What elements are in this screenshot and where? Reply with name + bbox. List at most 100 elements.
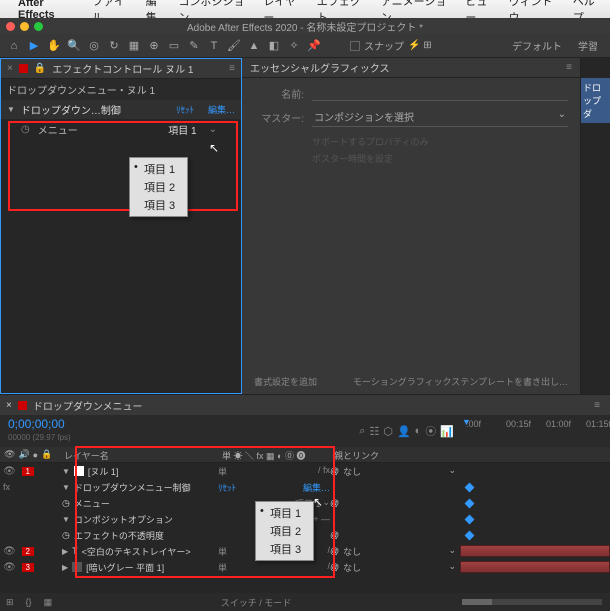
current-time[interactable]: 0;00;00;00	[0, 415, 330, 433]
chevron-down-icon[interactable]: ⌄	[205, 124, 221, 135]
property-value[interactable]: 項目 1	[168, 122, 196, 137]
pickwhip-icon[interactable]: @	[330, 546, 339, 556]
selection-tool-icon[interactable]: ▶	[26, 38, 42, 54]
stopwatch-icon[interactable]: ◷	[62, 498, 70, 509]
panel-tab[interactable]: エッセンシャルグラフィックス ≡	[242, 58, 580, 78]
window-close-icon[interactable]	[6, 22, 15, 31]
dropdown-item[interactable]: 項目 3	[130, 196, 187, 214]
frame-icon[interactable]: ▦	[38, 597, 59, 608]
stopwatch-icon[interactable]: ◷	[62, 530, 70, 541]
eye-icon[interactable]: 👁	[3, 466, 16, 477]
slider-thumb[interactable]	[462, 599, 492, 605]
side-tab[interactable]: ドロップダ	[581, 78, 610, 123]
puppet-tool-icon[interactable]: 📌	[306, 38, 322, 54]
frame-blend-icon[interactable]: ◐	[415, 425, 422, 437]
speaker-icon[interactable]: 🔊	[18, 449, 29, 460]
zoom-tool-icon[interactable]: 🔍	[66, 38, 82, 54]
eraser-tool-icon[interactable]: ◧	[266, 38, 282, 54]
keyframe-icon[interactable]	[465, 499, 475, 509]
layer-bar[interactable]	[460, 561, 610, 573]
panel-tab[interactable]: × 🔒 エフェクトコントロール ヌル 1 ≡	[1, 59, 241, 79]
keyframe-icon[interactable]	[465, 531, 475, 541]
solo-icon[interactable]: ●	[33, 450, 38, 460]
footer-label[interactable]: スイッチ / モード	[58, 596, 454, 609]
workspace-default[interactable]: デフォルト	[506, 38, 568, 53]
workspace-learn[interactable]: 学習	[572, 38, 604, 53]
layer-name: [暗いグレー 平面 1]	[86, 561, 164, 574]
keyframe-icon[interactable]	[465, 515, 475, 525]
dropdown-item[interactable]: 項目 3	[256, 540, 313, 558]
parent-select[interactable]: なし⌄	[339, 561, 460, 574]
window-minimize-icon[interactable]	[20, 22, 29, 31]
name-input[interactable]	[312, 86, 568, 101]
anchor-tool-icon[interactable]: ⊕	[146, 38, 162, 54]
caret-down-icon[interactable]: ▼	[62, 467, 70, 476]
roto-tool-icon[interactable]: ✧	[286, 38, 302, 54]
panel-tab[interactable]: × ドロップダウンメニュー ≡	[0, 395, 610, 415]
toggle-switches-icon[interactable]: ⊞	[0, 597, 20, 608]
pickwhip-icon[interactable]: @	[330, 530, 339, 540]
parent-select[interactable]: なし⌄	[339, 545, 460, 558]
footer-action[interactable]: 書式設定を追加	[254, 375, 317, 388]
close-icon[interactable]: ×	[7, 63, 13, 74]
type-tool-icon[interactable]: T	[206, 38, 222, 54]
rect-tool-icon[interactable]: ▭	[166, 38, 182, 54]
dropdown-item[interactable]: 項目 1	[256, 504, 313, 522]
caret-down-icon[interactable]: ▼	[7, 105, 15, 114]
snap-toggle[interactable]: スナップ⚡ ⊞	[350, 38, 432, 53]
panel-menu-icon[interactable]: ≡	[590, 400, 604, 411]
pickwhip-icon[interactable]: @	[330, 466, 339, 476]
brush-tool-icon[interactable]: 🖌	[226, 38, 242, 54]
eye-icon[interactable]: 👁	[4, 449, 15, 460]
panel-menu-icon[interactable]: ≡	[566, 62, 572, 73]
lock-icon[interactable]: 🔒	[41, 449, 52, 460]
stamp-tool-icon[interactable]: ▲	[246, 38, 262, 54]
chevron-down-icon[interactable]: ⌄	[322, 497, 330, 510]
hand-tool-icon[interactable]: ✋	[46, 38, 62, 54]
effect-sub-row[interactable]: fx ▼ドロップダウンメニュー制御 ﾘｾｯﾄ編集…	[0, 479, 610, 495]
edit-link[interactable]: 編集…	[208, 103, 235, 116]
master-select[interactable]: コンポジションを選択⌄	[312, 107, 568, 127]
graph-icon[interactable]: 📊	[440, 425, 454, 438]
col-layer-name: レイヤー名	[64, 451, 109, 461]
footer-action[interactable]: モーショングラフィックステンプレートを書き出し…	[353, 375, 568, 388]
layer-row[interactable]: 👁1 ▼[ヌル 1] 単/ fx @なし⌄	[0, 463, 610, 479]
parent-select[interactable]: なし⌄	[339, 465, 460, 478]
motion-blur-icon[interactable]: ⦿	[425, 423, 436, 439]
search-icon[interactable]: ⌕	[359, 425, 365, 438]
rotate-tool-icon[interactable]: ↻	[106, 38, 122, 54]
checkbox-icon[interactable]	[350, 41, 360, 51]
dropdown-item[interactable]: 項目 2	[256, 522, 313, 540]
pen-tool-icon[interactable]: ✎	[186, 38, 202, 54]
reset-link[interactable]: ﾘｾｯﾄ	[176, 103, 194, 116]
stopwatch-icon[interactable]: ◷	[21, 124, 30, 135]
dropdown-item[interactable]: 項目 2	[130, 178, 187, 196]
panel-menu-icon[interactable]: ≡	[229, 63, 235, 74]
effect-name: ドロップダウン…制御	[21, 102, 121, 117]
caret-right-icon[interactable]: ▶	[62, 547, 68, 556]
home-icon[interactable]: ⌂	[6, 38, 22, 54]
zoom-slider[interactable]	[462, 599, 602, 605]
layer-bar[interactable]	[460, 545, 610, 557]
pickwhip-icon[interactable]: @	[330, 498, 339, 508]
caret-down-icon[interactable]: ▼	[62, 515, 70, 524]
eye-icon[interactable]: 👁	[3, 546, 16, 557]
keyframe-icon[interactable]	[465, 483, 475, 493]
brace-icon[interactable]: {}	[20, 597, 38, 607]
lock-icon[interactable]: 🔒	[34, 63, 46, 74]
draft3d-icon[interactable]: ⬡	[383, 425, 393, 438]
comp-flowchart-icon[interactable]: ☷	[369, 425, 379, 438]
layer-row[interactable]: 👁3 ▶[暗いグレー 平面 1] 単/ @なし⌄	[0, 559, 610, 575]
time-ruler[interactable]: ▼ :00f 00:15f 01:00f 01:15f	[460, 415, 610, 447]
caret-right-icon[interactable]: ▶	[62, 563, 68, 572]
window-zoom-icon[interactable]	[34, 22, 43, 31]
caret-down-icon[interactable]: ▼	[62, 483, 70, 492]
eye-icon[interactable]: 👁	[3, 562, 16, 573]
shy-icon[interactable]: 👤	[397, 425, 411, 438]
close-icon[interactable]: ×	[6, 400, 12, 411]
pickwhip-icon[interactable]: @	[330, 562, 339, 572]
dropdown-item[interactable]: 項目 1	[130, 160, 187, 178]
camera-tool-icon[interactable]: ▦	[126, 38, 142, 54]
effect-row[interactable]: ▼ ドロップダウン…制御 ﾘｾｯﾄ 編集…	[1, 100, 241, 119]
orbit-tool-icon[interactable]: ◎	[86, 38, 102, 54]
